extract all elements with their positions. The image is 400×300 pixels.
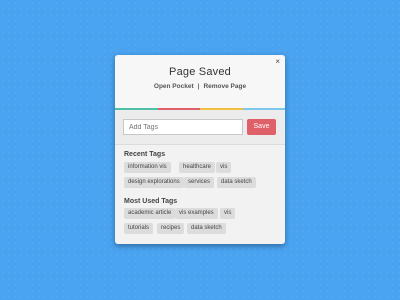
recent-tag[interactable]: information vis (124, 162, 171, 173)
most-used-tag[interactable]: tutorials (124, 223, 154, 234)
most-used-tag[interactable]: academic article (124, 208, 176, 219)
popup-actions: Open Pocket | Remove Page (115, 83, 285, 90)
recent-tags-heading: Recent Tags (124, 151, 166, 158)
add-tags-input[interactable] (123, 119, 243, 135)
recent-tag[interactable]: design explorations (124, 177, 184, 188)
actions-separator: | (197, 83, 200, 90)
save-popup: × Page Saved Open Pocket|Remove Page Sav… (115, 55, 285, 244)
most-used-tags-heading: Most Used Tags (124, 198, 178, 205)
most-used-tag[interactable]: vis (220, 208, 236, 219)
recent-tag[interactable]: vis (216, 162, 232, 173)
most-used-tag[interactable]: vis examples (175, 208, 218, 219)
tag-input-row: Save (115, 110, 285, 145)
recent-tag[interactable]: services (184, 177, 215, 188)
save-button[interactable]: Save (247, 119, 276, 135)
page-title: Page Saved (169, 66, 231, 78)
recent-tag[interactable]: data sketch (217, 177, 256, 188)
recent-tag[interactable]: healthcare (179, 162, 216, 173)
popup-header: × Page Saved Open Pocket | Remove Page (115, 55, 285, 108)
remove-page-link[interactable]: Remove Page (203, 83, 246, 90)
most-used-tag[interactable]: recipes (157, 223, 185, 234)
open-pocket-link[interactable]: Open Pocket (154, 83, 194, 90)
most-used-tag[interactable]: data sketch (187, 223, 226, 234)
